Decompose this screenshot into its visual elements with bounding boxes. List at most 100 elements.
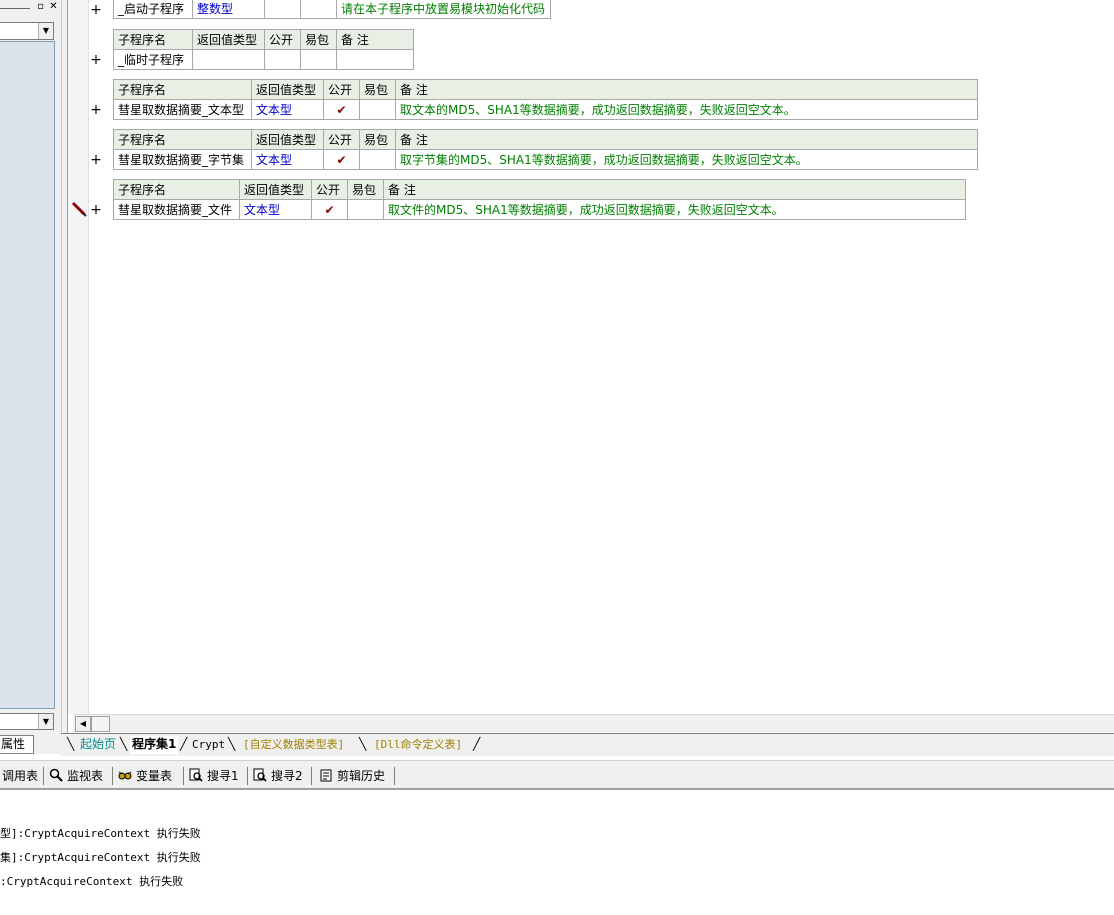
remark-cell[interactable]: 取文本的MD5、SHA1等数据摘要，成功返回数据摘要，失败返回空文本。 — [395, 99, 978, 120]
left-panel-list[interactable] — [0, 41, 55, 709]
table-row[interactable]: 彗星取数据摘要_文件 文本型 ✔ 取文件的MD5、SHA1等数据摘要，成功返回数… — [113, 199, 966, 220]
easy-pack-cell[interactable] — [359, 149, 396, 170]
scrollbar-thumb[interactable] — [91, 716, 110, 732]
public-cell[interactable] — [264, 0, 301, 19]
sub-table: 子程序名 返回值类型 公开 易包 备 注 彗星取数据摘要_文件 文本型 ✔ 取文… — [113, 179, 966, 220]
public-check-icon[interactable]: ✔ — [323, 99, 360, 120]
table-row[interactable]: _启动子程序 整数型 请在本子程序中放置易模块初始化代码 — [113, 0, 551, 19]
sub-name-cell[interactable]: 彗星取数据摘要_文件 — [113, 199, 240, 220]
sub-name-cell[interactable]: _临时子程序 — [113, 49, 193, 70]
left-panel-dropdown[interactable]: ▼ — [0, 22, 54, 40]
table-row[interactable]: 彗星取数据摘要_字节集 文本型 ✔ 取字节集的MD5、SHA1等数据摘要，成功返… — [113, 149, 978, 170]
column-header-public: 公开 — [311, 179, 348, 200]
tab-strip — [34, 735, 61, 754]
table-row[interactable]: _临时子程序 — [113, 49, 414, 70]
search-document-icon — [253, 768, 267, 782]
sub-table: 子程序名 返回值类型 公开 易包 备 注 彗星取数据摘要_字节集 文本型 ✔ 取… — [113, 129, 978, 170]
chevron-down-icon[interactable]: ▼ — [38, 714, 53, 729]
easy-pack-cell[interactable] — [347, 199, 384, 220]
search-document-icon — [189, 768, 203, 782]
tab-program-set-1[interactable]: 程序集1 — [130, 736, 179, 754]
return-type-cell[interactable]: 文本型 — [251, 149, 324, 170]
clip-history-button[interactable]: 剪辑历史 — [319, 768, 385, 785]
output-line: 集]:CryptAcquireContext 执行失败 — [0, 851, 201, 864]
expand-button[interactable]: + — [90, 3, 102, 17]
table-header: 子程序名 返回值类型 公开 易包 备 注 — [113, 179, 966, 200]
remark-cell[interactable]: 取文件的MD5、SHA1等数据摘要，成功返回数据摘要，失败返回空文本。 — [383, 199, 966, 220]
chevron-down-icon[interactable]: ▼ — [38, 23, 53, 39]
column-header-remark: 备 注 — [395, 79, 978, 100]
column-header-public: 公开 — [264, 29, 301, 50]
easy-pack-cell[interactable] — [300, 49, 337, 70]
left-panel-titlebar: ▫ ✕ — [0, 0, 61, 18]
edit-marker-icon — [71, 201, 87, 217]
easy-pack-cell[interactable] — [359, 99, 396, 120]
tab-dll-commands[interactable]: [Dll命令定义表] — [374, 736, 462, 754]
column-header-name: 子程序名 — [113, 29, 193, 50]
scroll-left-icon[interactable]: ◀ — [75, 716, 91, 732]
public-check-icon[interactable]: ✔ — [323, 149, 360, 170]
table-header: 子程序名 返回值类型 公开 易包 备 注 — [113, 29, 414, 50]
public-check-icon[interactable]: ✔ — [311, 199, 348, 220]
search-2-label: 搜寻2 — [271, 769, 303, 783]
column-header-easy-pack: 易包 — [347, 179, 384, 200]
return-type-cell[interactable]: 文本型 — [251, 99, 324, 120]
output-toolbar: 调用表 监视表 变量表 搜寻1 搜寻2 剪辑历史 — [0, 760, 1114, 790]
panel-splitter[interactable] — [61, 0, 68, 735]
glasses-icon — [118, 771, 132, 780]
magnifier-icon — [49, 768, 63, 782]
horizontal-scrollbar[interactable]: ◀ — [73, 714, 1114, 732]
call-table-label: 调用表 — [2, 769, 39, 783]
column-header-remark: 备 注 — [383, 179, 966, 200]
search-2-button[interactable]: 搜寻2 — [253, 768, 303, 785]
clip-history-label: 剪辑历史 — [337, 769, 386, 783]
expand-button[interactable]: + — [90, 53, 102, 67]
property-dropdown[interactable]: ▼ — [0, 713, 54, 730]
column-header-return-type: 返回值类型 — [251, 79, 324, 100]
tab-properties[interactable]: 属性 — [0, 735, 34, 754]
remark-cell[interactable]: 请在本子程序中放置易模块初始化代码 — [336, 0, 551, 19]
close-icon[interactable]: ✕ — [48, 2, 59, 13]
column-header-easy-pack: 易包 — [359, 129, 396, 150]
column-header-name: 子程序名 — [113, 129, 252, 150]
call-table-button[interactable]: 调用表 — [2, 768, 38, 785]
return-type-cell[interactable] — [192, 49, 265, 70]
remark-cell[interactable]: 取字节集的MD5、SHA1等数据摘要，成功返回数据摘要，失败返回空文本。 — [395, 149, 978, 170]
tab-crypt[interactable]: Crypt — [192, 736, 225, 754]
search-1-label: 搜寻1 — [207, 769, 239, 783]
return-type-cell[interactable]: 整数型 — [192, 0, 265, 19]
column-header-return-type: 返回值类型 — [239, 179, 312, 200]
clipboard-icon — [320, 769, 332, 782]
expand-button[interactable]: + — [90, 153, 102, 167]
variable-table-label: 变量表 — [136, 769, 173, 783]
column-header-easy-pack: 易包 — [359, 79, 396, 100]
sub-name-cell[interactable]: _启动子程序 — [113, 0, 193, 19]
table-header: 子程序名 返回值类型 公开 易包 备 注 — [113, 129, 978, 150]
search-1-button[interactable]: 搜寻1 — [189, 768, 239, 785]
restore-icon[interactable]: ▫ — [35, 2, 46, 13]
return-type-cell[interactable]: 文本型 — [239, 199, 312, 220]
column-header-easy-pack: 易包 — [300, 29, 337, 50]
output-line: 型]:CryptAcquireContext 执行失败 — [0, 827, 201, 840]
expand-button[interactable]: + — [90, 103, 102, 117]
tab-custom-types[interactable]: [自定义数据类型表] — [243, 736, 344, 754]
output-panel[interactable]: 型]:CryptAcquireContext 执行失败 集]:CryptAcqu… — [0, 792, 1114, 915]
easy-pack-cell[interactable] — [300, 0, 337, 19]
sub-table: 子程序名 返回值类型 公开 易包 备 注 彗星取数据摘要_文本型 文本型 ✔ 取… — [113, 79, 978, 120]
file-tab-strip: ╲ 起始页 ╲ 程序集1 ╱ Crypt ╲ [自定义数据类型表] ╲ [Dll… — [61, 733, 1114, 756]
column-header-remark: 备 注 — [336, 29, 414, 50]
table-row[interactable]: 彗星取数据摘要_文本型 文本型 ✔ 取文本的MD5、SHA1等数据摘要，成功返回… — [113, 99, 978, 120]
table-header: 子程序名 返回值类型 公开 易包 备 注 — [113, 79, 978, 100]
expand-button[interactable]: + — [90, 203, 102, 217]
watch-table-button[interactable]: 监视表 — [49, 768, 103, 785]
public-cell[interactable] — [264, 49, 301, 70]
remark-cell[interactable] — [336, 49, 414, 70]
watch-table-label: 监视表 — [67, 769, 104, 783]
column-header-name: 子程序名 — [113, 79, 252, 100]
sub-name-cell[interactable]: 彗星取数据摘要_字节集 — [113, 149, 252, 170]
sub-name-cell[interactable]: 彗星取数据摘要_文本型 — [113, 99, 252, 120]
tab-start-page[interactable]: 起始页 — [80, 736, 116, 754]
column-header-public: 公开 — [323, 79, 360, 100]
variable-table-button[interactable]: 变量表 — [118, 768, 172, 785]
sub-table: 子程序名 返回值类型 公开 易包 备 注 _临时子程序 — [113, 29, 414, 70]
